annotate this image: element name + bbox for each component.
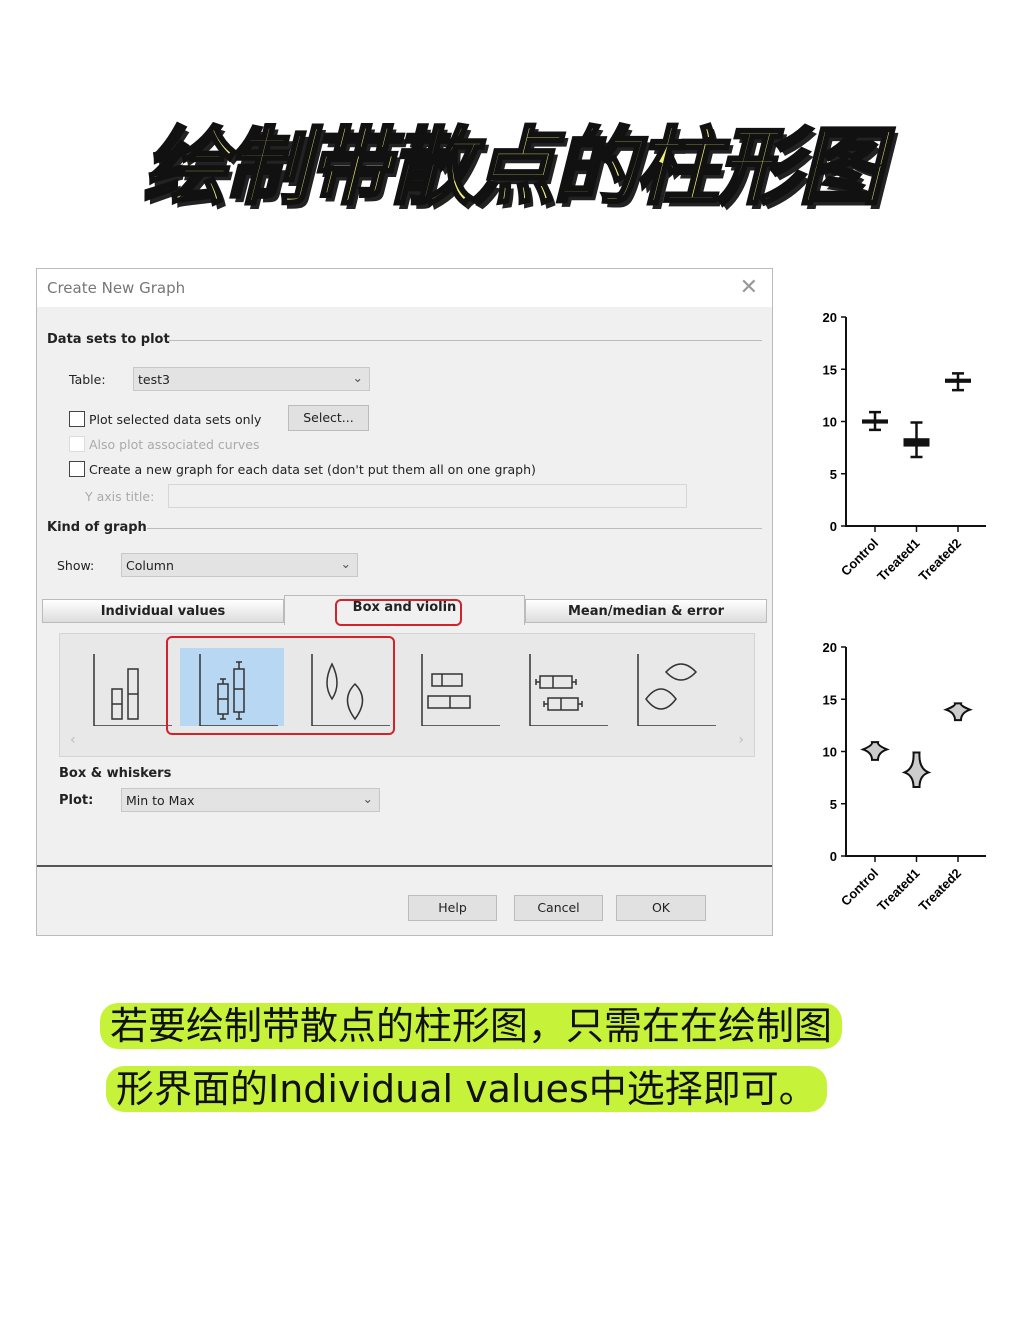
table-select[interactable]: test3 ⌄ — [133, 367, 370, 391]
plot-label: Plot: — [59, 793, 94, 808]
ok-button[interactable]: OK — [616, 895, 706, 921]
box — [862, 419, 888, 424]
chevron-down-icon: ⌄ — [352, 370, 363, 385]
select-button[interactable]: Select... — [288, 405, 369, 431]
plot-selected-checkbox[interactable] — [69, 411, 85, 427]
highlight-box — [166, 636, 395, 735]
scroll-left-icon[interactable]: ‹ — [70, 732, 76, 748]
chevron-down-icon: ⌄ — [362, 791, 373, 806]
highlight-box — [335, 599, 462, 626]
y-axis-title-input[interactable] — [168, 484, 687, 508]
kind-of-graph-heading: Kind of graph — [47, 520, 147, 535]
show-select[interactable]: Column ⌄ — [121, 553, 358, 577]
cancel-button[interactable]: Cancel — [514, 895, 603, 921]
close-icon[interactable]: ✕ — [740, 275, 758, 300]
show-label: Show: — [57, 558, 95, 573]
y-tick-label: 15 — [823, 362, 837, 377]
violin — [901, 751, 932, 789]
divider — [37, 865, 772, 867]
chevron-down-icon: ⌄ — [340, 556, 351, 571]
horizontal-box-icon[interactable] — [518, 644, 618, 726]
data-sets-heading: Data sets to plot — [47, 332, 170, 347]
horizontal-bars-icon[interactable] — [410, 644, 510, 726]
box — [903, 438, 930, 447]
y-tick-label: 20 — [823, 310, 837, 325]
y-axis-title-label: Y axis title: — [85, 489, 155, 504]
violin-plot-chart: 05101520ControlTreated1Treated2 — [823, 640, 986, 914]
violin — [860, 741, 890, 761]
also-plot-label: Also plot associated curves — [89, 437, 260, 452]
title-bar: Create New Graph ✕ — [37, 269, 772, 307]
x-tick-label: Treated2 — [916, 866, 964, 914]
new-graph-label: Create a new graph for each data set (do… — [89, 462, 536, 477]
y-tick-label: 15 — [823, 692, 837, 707]
violin — [943, 702, 973, 722]
table-label: Table: — [69, 372, 106, 387]
x-tick-label: Treated2 — [916, 536, 964, 584]
also-plot-checkbox[interactable] — [69, 436, 85, 452]
help-button[interactable]: Help — [408, 895, 497, 921]
graph-type-gallery: ‹ › — [59, 633, 755, 757]
y-tick-label: 10 — [823, 415, 837, 430]
x-tick-label: Treated1 — [874, 536, 922, 584]
y-tick-label: 0 — [830, 519, 837, 534]
y-tick-label: 10 — [823, 745, 837, 760]
new-graph-checkbox[interactable] — [69, 461, 85, 477]
divider — [169, 340, 762, 341]
tab-mean-median-error[interactable]: Mean/median & error — [525, 599, 767, 623]
y-tick-label: 5 — [830, 467, 837, 482]
caption-line-1: 若要绘制带散点的柱形图，只需在在绘制图 — [100, 1003, 843, 1049]
divider — [147, 528, 762, 529]
plot-selected-label: Plot selected data sets only — [89, 412, 262, 427]
tab-individual-values[interactable]: Individual values — [42, 599, 284, 623]
table-value: test3 — [138, 372, 170, 387]
plot-value: Min to Max — [126, 793, 195, 808]
box — [945, 378, 971, 383]
create-new-graph-dialog: Create New Graph ✕ Data sets to plot Tab… — [36, 268, 773, 936]
headline: 绘制带散点的柱形图 — [141, 117, 884, 218]
plot-select[interactable]: Min to Max ⌄ — [121, 788, 380, 812]
horizontal-violin-icon[interactable] — [626, 644, 726, 726]
show-value: Column — [126, 558, 174, 573]
box-whiskers-heading: Box & whiskers — [59, 766, 172, 781]
y-tick-label: 5 — [830, 797, 837, 812]
y-tick-label: 0 — [830, 849, 837, 864]
dialog-title: Create New Graph — [47, 279, 186, 297]
y-tick-label: 20 — [823, 640, 837, 655]
caption-line-2: 形界面的Individual values中选择即可。 — [106, 1066, 827, 1112]
box-plot-chart: 05101520ControlTreated1Treated2 — [823, 310, 986, 584]
x-tick-label: Treated1 — [874, 866, 922, 914]
scroll-right-icon[interactable]: › — [738, 732, 744, 748]
